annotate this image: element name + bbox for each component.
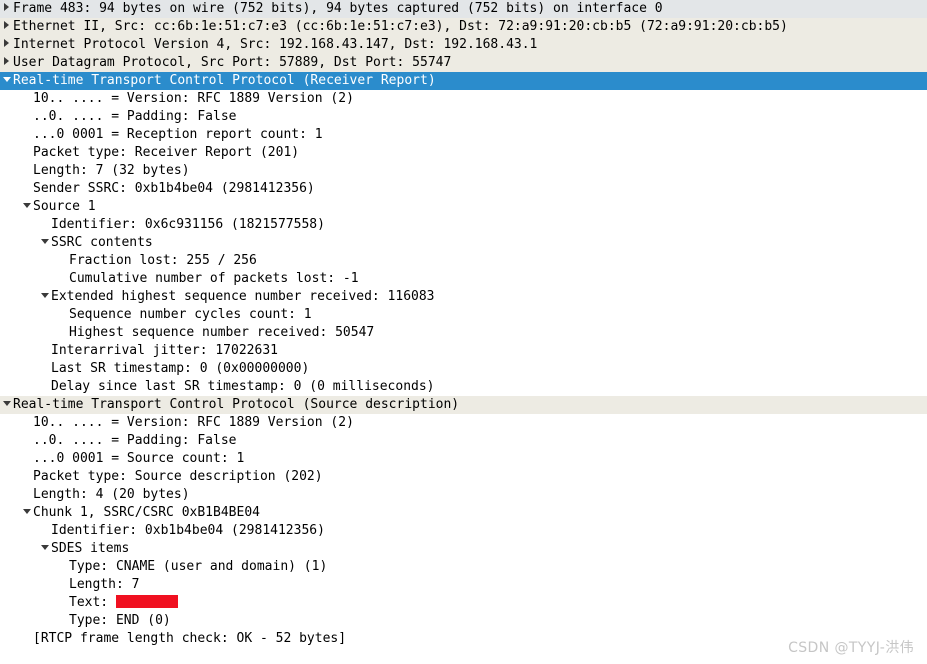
packet-details-tree[interactable]: Frame 483: 94 bytes on wire (752 bits), … — [0, 0, 927, 648]
tree-row-rtcp-receiver-report[interactable]: Real-time Transport Control Protocol (Re… — [0, 72, 927, 90]
triangle-right-icon[interactable] — [0, 36, 13, 54]
tree-row-sd-packet-type[interactable]: Packet type: Source description (202) — [0, 468, 927, 486]
tree-row-label: Identifier: 0xb1b4be04 (2981412356) — [51, 523, 325, 538]
tree-row-sdes-items[interactable]: SDES items — [0, 540, 927, 558]
tree-row-label: User Datagram Protocol, Src Port: 57889,… — [13, 55, 452, 70]
tree-row-frame[interactable]: Frame 483: 94 bytes on wire (752 bits), … — [0, 0, 927, 18]
tree-row-rr-sender-ssrc[interactable]: Sender SSRC: 0xb1b4be04 (2981412356) — [0, 180, 927, 198]
tree-row-rr-interarrival-jitter[interactable]: Interarrival jitter: 17022631 — [0, 342, 927, 360]
tree-row-sdes-type-end[interactable]: Type: END (0) — [0, 612, 927, 630]
tree-row-label: Extended highest sequence number receive… — [51, 289, 435, 304]
tree-row-label: ..0. .... = Padding: False — [33, 109, 237, 124]
tree-row-label: Length: 7 — [69, 577, 140, 592]
tree-row-sdes-type-cname[interactable]: Type: CNAME (user and domain) (1) — [0, 558, 927, 576]
tree-row-label: Identifier: 0x6c931156 (1821577558) — [51, 217, 325, 232]
tree-row-label: Last SR timestamp: 0 (0x00000000) — [51, 361, 310, 376]
tree-row-label: Cumulative number of packets lost: -1 — [69, 271, 359, 286]
tree-row-label: Source 1 — [33, 199, 96, 214]
tree-row-label: Type: END (0) — [69, 613, 171, 628]
tree-row-rr-source-identifier[interactable]: Identifier: 0x6c931156 (1821577558) — [0, 216, 927, 234]
tree-row-sdes-length[interactable]: Length: 7 — [0, 576, 927, 594]
tree-row-label: Fraction lost: 255 / 256 — [69, 253, 257, 268]
tree-row-rr-reception-report-count[interactable]: ...0 0001 = Reception report count: 1 — [0, 126, 927, 144]
tree-row-label: Interarrival jitter: 17022631 — [51, 343, 278, 358]
triangle-down-icon[interactable] — [20, 198, 33, 216]
tree-row-sd-version[interactable]: 10.. .... = Version: RFC 1889 Version (2… — [0, 414, 927, 432]
tree-row-label: 10.. .... = Version: RFC 1889 Version (2… — [33, 415, 354, 430]
tree-row-rr-version[interactable]: 10.. .... = Version: RFC 1889 Version (2… — [0, 90, 927, 108]
tree-row-rr-cumulative-lost[interactable]: Cumulative number of packets lost: -1 — [0, 270, 927, 288]
tree-row-ipv4[interactable]: Internet Protocol Version 4, Src: 192.16… — [0, 36, 927, 54]
tree-row-label: Delay since last SR timestamp: 0 (0 mill… — [51, 379, 435, 394]
tree-row-label: Text: — [69, 595, 116, 610]
tree-row-sdes-text[interactable]: Text: — [0, 594, 927, 612]
tree-row-label: Type: CNAME (user and domain) (1) — [69, 559, 328, 574]
tree-row-rr-seq-cycles-count[interactable]: Sequence number cycles count: 1 — [0, 306, 927, 324]
tree-row-label: Frame 483: 94 bytes on wire (752 bits), … — [13, 1, 663, 16]
tree-row-label: ..0. .... = Padding: False — [33, 433, 237, 448]
tree-row-rr-ssrc-contents[interactable]: SSRC contents — [0, 234, 927, 252]
tree-row-udp[interactable]: User Datagram Protocol, Src Port: 57889,… — [0, 54, 927, 72]
tree-row-sd-padding[interactable]: ..0. .... = Padding: False — [0, 432, 927, 450]
tree-row-rtcp-source-description[interactable]: Real-time Transport Control Protocol (So… — [0, 396, 927, 414]
tree-row-label: 10.. .... = Version: RFC 1889 Version (2… — [33, 91, 354, 106]
tree-row-sd-length[interactable]: Length: 4 (20 bytes) — [0, 486, 927, 504]
tree-row-sd-chunk-1[interactable]: Chunk 1, SSRC/CSRC 0xB1B4BE04 — [0, 504, 927, 522]
tree-row-label: Sequence number cycles count: 1 — [69, 307, 312, 322]
tree-row-sd-chunk-identifier[interactable]: Identifier: 0xb1b4be04 (2981412356) — [0, 522, 927, 540]
tree-row-label: Highest sequence number received: 50547 — [69, 325, 375, 340]
tree-row-label: Ethernet II, Src: cc:6b:1e:51:c7:e3 (cc:… — [13, 19, 788, 34]
redaction-bar — [115, 595, 178, 608]
tree-row-label: Real-time Transport Control Protocol (So… — [13, 397, 460, 412]
tree-row-label: Packet type: Source description (202) — [33, 469, 323, 484]
tree-row-rr-padding[interactable]: ..0. .... = Padding: False — [0, 108, 927, 126]
triangle-down-icon[interactable] — [38, 234, 51, 252]
tree-row-rr-source-1[interactable]: Source 1 — [0, 198, 927, 216]
tree-row-label: SSRC contents — [51, 235, 153, 250]
triangle-down-icon[interactable] — [38, 540, 51, 558]
tree-row-label: ...0 0001 = Reception report count: 1 — [33, 127, 323, 142]
tree-row-label: Length: 4 (20 bytes) — [33, 487, 190, 502]
watermark: CSDN @TYYJ-洪伟 — [788, 640, 914, 656]
tree-row-rr-extended-highest-seq[interactable]: Extended highest sequence number receive… — [0, 288, 927, 306]
triangle-right-icon[interactable] — [0, 18, 13, 36]
tree-row-label: Real-time Transport Control Protocol (Re… — [13, 73, 436, 88]
tree-row-rr-delay-since-last-sr[interactable]: Delay since last SR timestamp: 0 (0 mill… — [0, 378, 927, 396]
triangle-down-icon[interactable] — [20, 504, 33, 522]
tree-row-label: SDES items — [51, 541, 130, 556]
tree-row-ethernet[interactable]: Ethernet II, Src: cc:6b:1e:51:c7:e3 (cc:… — [0, 18, 927, 36]
triangle-down-icon[interactable] — [0, 396, 13, 414]
tree-row-label: [RTCP frame length check: OK - 52 bytes] — [33, 631, 347, 646]
tree-row-label: Chunk 1, SSRC/CSRC 0xB1B4BE04 — [33, 505, 260, 520]
tree-row-sd-source-count[interactable]: ...0 0001 = Source count: 1 — [0, 450, 927, 468]
tree-row-rr-highest-seq-received[interactable]: Highest sequence number received: 50547 — [0, 324, 927, 342]
triangle-down-icon[interactable] — [0, 72, 13, 90]
tree-row-rr-length[interactable]: Length: 7 (32 bytes) — [0, 162, 927, 180]
tree-row-label: Sender SSRC: 0xb1b4be04 (2981412356) — [33, 181, 315, 196]
tree-row-label: Internet Protocol Version 4, Src: 192.16… — [13, 37, 538, 52]
tree-row-rr-last-sr-timestamp[interactable]: Last SR timestamp: 0 (0x00000000) — [0, 360, 927, 378]
tree-row-rr-packet-type[interactable]: Packet type: Receiver Report (201) — [0, 144, 927, 162]
triangle-right-icon[interactable] — [0, 0, 13, 18]
tree-row-label: ...0 0001 = Source count: 1 — [33, 451, 245, 466]
tree-row-label: Packet type: Receiver Report (201) — [33, 145, 300, 160]
tree-row-rr-fraction-lost[interactable]: Fraction lost: 255 / 256 — [0, 252, 927, 270]
tree-row-label: Length: 7 (32 bytes) — [33, 163, 190, 178]
triangle-right-icon[interactable] — [0, 54, 13, 72]
triangle-down-icon[interactable] — [38, 288, 51, 306]
